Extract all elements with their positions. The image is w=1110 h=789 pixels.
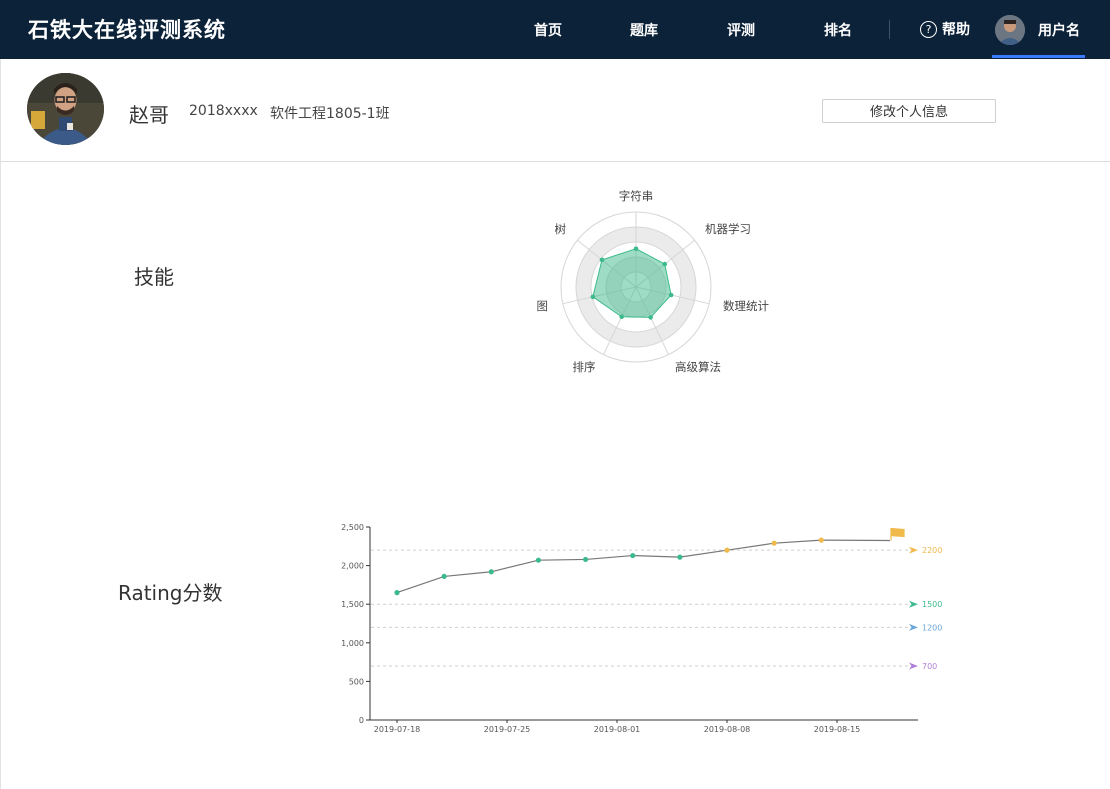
rating-point	[677, 554, 683, 560]
active-user-indicator	[992, 55, 1085, 58]
help-link[interactable]: ? 帮助	[920, 19, 970, 39]
radar-label: 树	[555, 222, 567, 236]
nav-judge[interactable]: 评测	[727, 20, 755, 40]
y-tick-label: 2,000	[341, 562, 364, 571]
radar-label: 数理统计	[723, 299, 769, 313]
radar-point	[668, 292, 674, 298]
threshold-label: 2200	[922, 546, 942, 555]
threshold-arrow	[909, 662, 918, 670]
y-tick-label: 2,500	[341, 523, 364, 532]
rating-point	[394, 590, 400, 596]
profile-name: 赵哥	[129, 103, 169, 127]
rating-line-chart: 0 500 1,000 1,500 2,000 2,500 2019-07-18 2019-0…	[341, 523, 942, 734]
radar-label: 排序	[573, 360, 596, 374]
rating-point	[488, 569, 494, 575]
nav-home[interactable]: 首页	[534, 20, 562, 40]
nav-ranking[interactable]: 排名	[824, 20, 852, 40]
radar-point	[662, 261, 668, 267]
x-tick-label: 2019-07-18	[374, 725, 421, 734]
rating-point	[818, 537, 824, 543]
profile-student-id: 2018xxxx	[189, 103, 258, 119]
y-tick-label: 0	[359, 716, 364, 725]
radar-point	[619, 314, 624, 320]
user-menu[interactable]: 用户名	[995, 12, 1080, 47]
edit-profile-button[interactable]: 修改个人信息	[822, 99, 996, 123]
profile-avatar	[27, 73, 104, 145]
user-avatar	[995, 14, 1025, 45]
threshold-label: 700	[922, 662, 937, 671]
rating-point	[630, 552, 636, 559]
radar-label: 机器学习	[705, 222, 751, 236]
radar-label: 图	[537, 299, 549, 313]
rating-point	[771, 540, 777, 546]
threshold-arrow	[909, 546, 918, 554]
help-icon: ?	[920, 20, 937, 38]
threshold-label: 1200	[922, 623, 942, 632]
flag-icon	[890, 527, 905, 541]
rating-line	[396, 539, 822, 594]
x-tick-label: 2019-08-01	[594, 725, 641, 734]
radar-point	[648, 315, 653, 320]
rating-point	[582, 556, 589, 563]
nav-problems[interactable]: 题库	[630, 20, 658, 40]
nav-divider	[889, 20, 890, 39]
rating-point	[724, 547, 730, 553]
profile-header: 赵哥 2018xxxx 软件工程1805-1班 修改个人信息	[0, 59, 1110, 162]
radar-label: 字符串	[619, 189, 654, 203]
profile-class: 软件工程1805-1班	[270, 106, 390, 122]
rating-point	[441, 573, 447, 580]
rating-point	[535, 557, 542, 563]
y-tick-label: 1,500	[341, 600, 364, 609]
x-tick-label: 2019-08-08	[704, 725, 751, 734]
threshold-arrow	[909, 623, 918, 631]
y-tick-label: 500	[349, 677, 364, 686]
username: 用户名	[1038, 22, 1080, 39]
top-navbar: 石铁大在线评测系统 首页 题库 评测 排名 ? 帮助 用户名	[0, 0, 1110, 59]
radar-point	[590, 294, 596, 300]
threshold-label: 1500	[922, 600, 942, 609]
skills-title: 技能	[134, 265, 174, 289]
x-tick-label: 2019-07-25	[484, 725, 531, 734]
x-tick-label: 2019-08-15	[814, 725, 861, 734]
radar-label: 高级算法	[675, 360, 721, 374]
threshold-arrow	[909, 600, 918, 608]
skills-radar-chart: 字符串机器学习数理统计高级算法 排序 图 树	[537, 189, 770, 374]
y-tick-label: 1,000	[341, 639, 364, 648]
site-title[interactable]: 石铁大在线评测系统	[28, 14, 226, 44]
radar-point	[633, 246, 639, 252]
help-label: 帮助	[942, 22, 970, 38]
radar-point	[599, 257, 605, 263]
rating-title: Rating分数	[118, 581, 223, 605]
